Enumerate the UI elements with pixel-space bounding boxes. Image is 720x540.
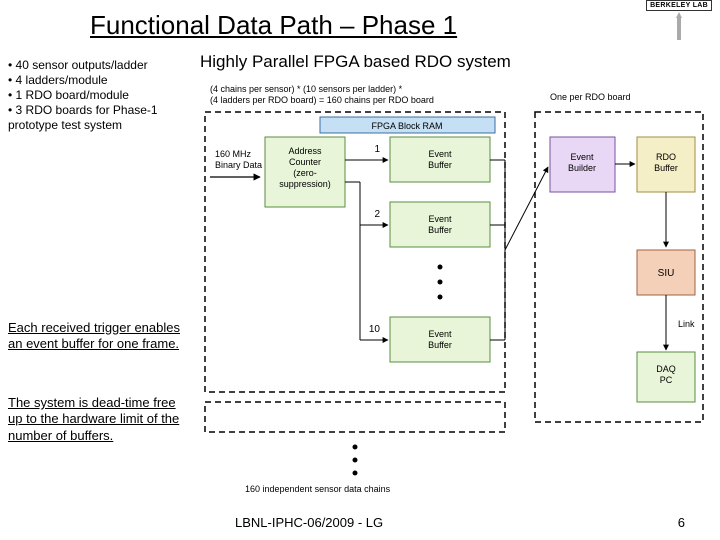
footer-label: LBNL-IPHC-06/2009 - LG bbox=[235, 515, 383, 530]
rdo-buffer-label: RDOBuffer bbox=[654, 152, 678, 173]
subtitle: Highly Parallel FPGA based RDO system bbox=[200, 52, 511, 72]
lab-logo: BERKELEY LAB bbox=[646, 0, 712, 42]
dashed-box-lower bbox=[205, 402, 505, 432]
bullet-item: prototype test system bbox=[8, 118, 158, 133]
dots bbox=[353, 458, 358, 463]
dots bbox=[438, 295, 443, 300]
svg-text:10: 10 bbox=[369, 324, 381, 335]
svg-text:EventBuffer: EventBuffer bbox=[428, 214, 452, 235]
caption-left: (4 chains per sensor) * (10 sensors per … bbox=[210, 84, 434, 105]
siu-label: SIU bbox=[658, 268, 675, 279]
svg-text:2: 2 bbox=[374, 209, 380, 220]
event-buffer-group: 2 EventBuffer bbox=[345, 182, 505, 247]
fpga-header-label: FPGA Block RAM bbox=[371, 121, 442, 131]
caption-right: One per RDO board bbox=[550, 92, 631, 102]
note-text: The system is dead-time free up to the h… bbox=[8, 395, 188, 444]
page-number: 6 bbox=[678, 515, 685, 530]
page-title: Functional Data Path – Phase 1 bbox=[90, 10, 457, 41]
data-path-diagram: (4 chains per sensor) * (10 sensors per … bbox=[200, 82, 710, 502]
bullet-item: • 40 sensor outputs/ladder bbox=[8, 58, 158, 73]
svg-text:EventBuffer: EventBuffer bbox=[428, 329, 452, 350]
dots bbox=[353, 445, 358, 450]
event-builder-label: EventBuilder bbox=[568, 152, 596, 173]
svg-text:EventBuffer: EventBuffer bbox=[428, 149, 452, 170]
campanile-icon bbox=[672, 12, 686, 42]
event-buffer-group: 1 EventBuffer bbox=[345, 137, 505, 182]
bullet-item: • 1 RDO board/module bbox=[8, 88, 158, 103]
bottom-note: 160 independent sensor data chains bbox=[245, 484, 391, 494]
lab-logo-text: BERKELEY LAB bbox=[646, 0, 712, 11]
bullet-list: • 40 sensor outputs/ladder • 4 ladders/m… bbox=[8, 58, 158, 133]
dots bbox=[353, 471, 358, 476]
dots bbox=[438, 265, 443, 270]
bullet-item: • 3 RDO boards for Phase-1 bbox=[8, 103, 158, 118]
note-text: Each received trigger enables an event b… bbox=[8, 320, 188, 353]
input-rate-label: 160 MHzBinary Data bbox=[215, 149, 262, 170]
svg-text:1: 1 bbox=[374, 144, 380, 155]
dots bbox=[438, 280, 443, 285]
bullet-item: • 4 ladders/module bbox=[8, 73, 158, 88]
arrow bbox=[505, 167, 548, 250]
link-label: Link bbox=[678, 319, 695, 329]
